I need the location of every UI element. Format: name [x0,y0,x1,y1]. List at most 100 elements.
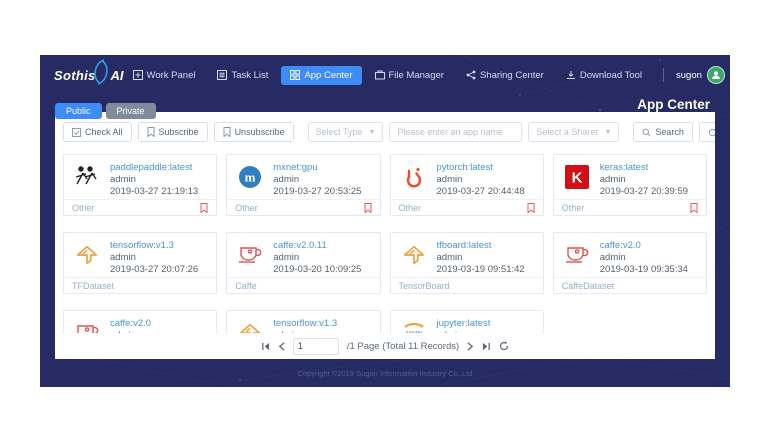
app-card[interactable]: paddlepaddle:latest admin 2019-03-27 21:… [63,154,217,216]
subscribed-bookmark-icon[interactable] [200,203,208,213]
pagination-bar: /1 Page (Total 11 Records) [55,333,715,359]
search-button[interactable]: Search [633,122,693,142]
app-title-link[interactable]: paddlepaddle:latest [110,162,198,173]
user-menu[interactable]: sugon [676,66,725,84]
nav-item-app-center[interactable]: App Center [281,66,361,85]
nav-item-download-tool[interactable]: Download Tool [557,66,651,85]
app-title-link[interactable]: mxnet:gpu [273,162,361,173]
app-owner: admin [110,252,198,263]
file-manager-icon [375,70,385,80]
unsubscribe-button[interactable]: Unsubscribe [214,122,294,142]
app-title-link[interactable]: caffe:v2.0 [600,240,688,251]
app-title-link[interactable]: tfboard:latest [437,240,525,251]
next-page-button[interactable] [467,342,474,351]
app-owner: admin [437,174,525,185]
svg-text:K: K [571,170,582,187]
app-category: Other [399,203,422,213]
app-owner: admin [600,174,688,185]
type-select[interactable]: Select Type ▼ [308,122,384,142]
unsubscribe-icon [223,127,231,137]
app-center-icon [290,70,300,80]
reset-icon [708,128,715,137]
reset-button[interactable]: Reset [699,122,715,142]
task-list-icon [217,70,227,80]
app-owner: admin [437,252,525,263]
paddlepaddle-icon [72,162,102,197]
last-page-button[interactable] [482,342,491,351]
download-tool-icon [566,70,576,80]
nav-separator [663,68,664,82]
nav-item-work-panel[interactable]: Work Panel [124,66,205,85]
app-owner: admin [600,252,688,263]
app-category: CaffeDataset [562,281,614,291]
svg-text:m: m [245,170,256,185]
top-navbar: Sothis AI Work Panel Task List App Cente… [40,55,730,95]
app-card[interactable]: K keras:latest admin 2019-03-27 20:39:59… [553,154,707,216]
nav-item-file-manager[interactable]: File Manager [366,66,453,85]
nav-items: Work Panel Task List App Center File Man… [124,66,725,85]
chevron-down-icon: ▼ [368,129,375,136]
app-category: Other [235,203,258,213]
app-title-link[interactable]: jupyter:latest [437,318,491,329]
app-category: TFDataset [72,281,114,291]
refresh-icon[interactable] [499,341,509,351]
subscribed-bookmark-icon[interactable] [690,203,698,213]
search-icon [642,128,651,137]
app-time: 2019-03-19 09:35:34 [600,264,688,275]
app-time: 2019-03-20 10:09:25 [273,264,361,275]
tensorboard-icon [399,240,429,275]
page-number-input[interactable] [293,338,339,355]
tensorflow-icon [72,240,102,275]
app-time: 2019-03-27 21:19:13 [110,186,198,197]
app-card-grid: paddlepaddle:latest admin 2019-03-27 21:… [55,148,715,359]
tab-public[interactable]: Public [55,103,102,119]
subscribe-icon [147,127,155,137]
sharer-select[interactable]: Select a Sharer ▼ [528,122,619,142]
chevron-down-icon: ▼ [604,129,611,136]
app-category: Other [562,203,585,213]
prev-page-button[interactable] [278,342,285,351]
app-time: 2019-03-27 20:53:25 [273,186,361,197]
sharing-center-icon [466,70,476,80]
subscribed-bookmark-icon[interactable] [527,203,535,213]
app-title-link[interactable]: tensorflow:v1.3 [273,318,337,329]
app-owner: admin [110,174,198,185]
app-title-link[interactable]: caffe:v2.0.11 [273,240,361,251]
app-title-link[interactable]: tensorflow:v1.3 [110,240,198,251]
app-card[interactable]: pytorch:latest admin 2019-03-27 20:44:48… [390,154,544,216]
app-title-link[interactable]: pytorch:latest [437,162,525,173]
pytorch-icon [399,162,429,197]
app-name-input[interactable] [389,122,522,142]
app-card[interactable]: caffe:v2.0 admin 2019-03-19 09:35:34 Caf… [553,232,707,294]
app-card[interactable]: m mxnet:gpu admin 2019-03-27 20:53:25 Ot… [226,154,380,216]
tab-private[interactable]: Private [106,103,156,119]
logo: Sothis AI [54,68,124,83]
app-time: 2019-03-27 20:44:48 [437,186,525,197]
app-title-link[interactable]: keras:latest [600,162,688,173]
nav-item-task-list[interactable]: Task List [208,66,277,85]
first-page-button[interactable] [261,342,270,351]
caffe-icon [562,240,592,275]
mxnet-icon: m [235,162,265,197]
app-title-link[interactable]: caffe:v2.0 [110,318,151,329]
app-card[interactable]: tensorflow:v1.3 admin 2019-03-27 20:07:2… [63,232,217,294]
app-category: TensorBoard [399,281,450,291]
screenshot-stage: Sothis AI Work Panel Task List App Cente… [0,0,768,432]
app-card[interactable]: caffe:v2.0.11 admin 2019-03-20 10:09:25 … [226,232,380,294]
app-card[interactable]: tfboard:latest admin 2019-03-19 09:51:42… [390,232,544,294]
subscribed-bookmark-icon[interactable] [364,203,372,213]
check-all-icon [72,128,81,137]
subscribe-button[interactable]: Subscribe [138,122,208,142]
check-all-button[interactable]: Check All [63,122,132,142]
content-panel: Check All Subscribe Unsubscribe Select T… [55,112,715,359]
nav-item-sharing-center[interactable]: Sharing Center [457,66,553,85]
username: sugon [676,70,702,81]
app-time: 2019-03-27 20:07:26 [110,264,198,275]
app-time: 2019-03-19 09:51:42 [437,264,525,275]
work-panel-icon [133,70,143,80]
app-category: Caffe [235,281,256,291]
app-owner: admin [273,252,361,263]
user-avatar[interactable] [707,66,725,84]
logo-swoosh-icon [88,59,114,90]
visibility-tabs: Public Private [55,103,156,119]
